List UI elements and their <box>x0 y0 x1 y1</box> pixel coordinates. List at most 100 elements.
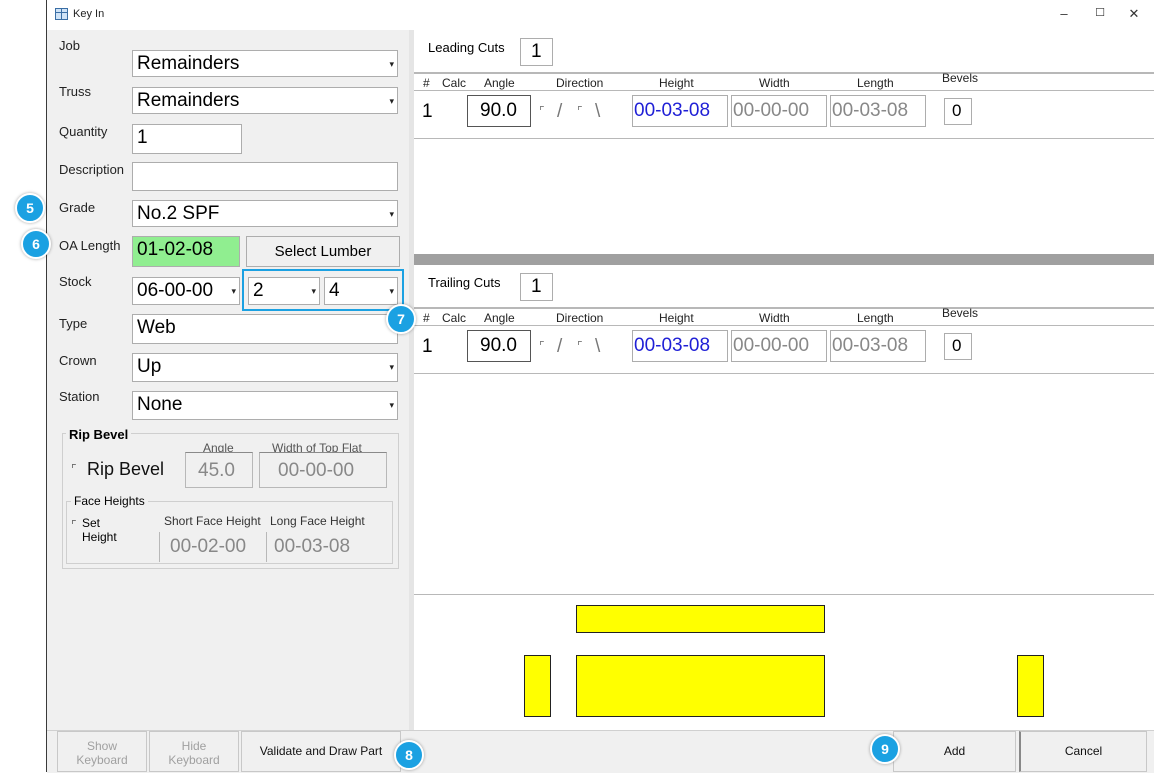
stock-width-select[interactable]: 4 ▾ <box>324 277 398 305</box>
hide-keyboard-button[interactable]: Hide Keyboard <box>149 731 239 772</box>
rip-bevel-angle-field: 45.0 <box>185 452 253 488</box>
trailing-height-value: 00-03-08 <box>634 335 711 356</box>
job-select[interactable]: Remainders ▾ <box>132 50 398 77</box>
oa-length-label: OA Length <box>59 238 121 253</box>
trailing-length-value: 00-03-08 <box>832 335 909 356</box>
grade-label: Grade <box>59 200 96 215</box>
quantity-input[interactable]: 1 <box>132 124 242 154</box>
trailing-cuts-label: Trailing Cuts <box>428 275 501 290</box>
cuts-splitter[interactable] <box>414 254 1154 265</box>
leading-calc-checkbox-1[interactable]: ⌜ <box>539 104 545 118</box>
validate-draw-button[interactable]: Validate and Draw Part <box>241 731 401 772</box>
set-height-checkbox[interactable]: ⌜ <box>71 518 77 532</box>
set-height-label-2[interactable]: Height <box>82 530 117 544</box>
grade-select[interactable]: No.2 SPF ▾ <box>132 200 398 227</box>
close-icon[interactable]: ✕ <box>1124 6 1144 22</box>
leading-cuts-count-input[interactable]: 1 <box>520 38 553 66</box>
col-width-header: Width <box>759 76 790 90</box>
quantity-label: Quantity <box>59 124 108 139</box>
leading-cuts-header-line <box>414 90 1154 91</box>
title-bar: Key In – ☐ ✕ <box>47 0 1154 30</box>
stock-width-value: 4 <box>329 280 340 301</box>
rip-bevel-width-field: 00-00-00 <box>259 452 387 488</box>
col-angle-header: Angle <box>484 76 515 90</box>
chevron-down-icon[interactable]: ▾ <box>389 209 394 220</box>
leading-length-input[interactable]: 00-03-08 <box>830 95 926 127</box>
hide-keyboard-label-1: Hide <box>181 739 207 753</box>
quantity-value: 1 <box>137 127 148 148</box>
stock-thickness-value: 2 <box>253 280 264 301</box>
short-face-divider <box>159 532 160 562</box>
description-input[interactable] <box>132 162 398 191</box>
crown-select[interactable]: Up ▾ <box>132 353 398 382</box>
show-keyboard-label-2: Keyboard <box>76 753 128 767</box>
callout-badge-9: 9 <box>870 734 900 764</box>
col-num-header: # <box>423 311 430 325</box>
trailing-cuts-count-input[interactable]: 1 <box>520 273 553 301</box>
rip-bevel-checkbox[interactable]: ⌜ <box>71 462 77 476</box>
trailing-calc-checkbox-2[interactable]: ⌜ <box>577 339 583 353</box>
leading-row-number: 1 <box>422 101 433 122</box>
add-label: Add <box>943 744 966 758</box>
trailing-row-number: 1 <box>422 336 433 357</box>
leading-height-input[interactable]: 00-03-08 <box>632 95 728 127</box>
type-label: Type <box>59 316 88 331</box>
window-title: Key In <box>73 8 105 20</box>
chevron-down-icon[interactable]: ▾ <box>389 96 394 107</box>
truss-select[interactable]: Remainders ▾ <box>132 87 398 114</box>
cancel-button[interactable]: Cancel <box>1019 731 1147 772</box>
long-face-label: Long Face Height <box>270 514 365 528</box>
chevron-down-icon[interactable]: ▾ <box>231 286 236 297</box>
window-app-icon <box>55 8 68 20</box>
trailing-bevels-input[interactable]: 0 <box>944 333 972 360</box>
rip-bevel-check-label[interactable]: Rip Bevel <box>87 459 164 480</box>
col-bevels-header: Bevels <box>942 71 979 85</box>
show-keyboard-label-1: Show <box>86 739 118 753</box>
leading-cuts-header: # Calc Angle Direction Height Width Leng… <box>414 71 1154 90</box>
stock-thickness-select[interactable]: 2 ▾ <box>248 277 320 305</box>
job-label: Job <box>59 38 80 53</box>
trailing-length-input[interactable]: 00-03-08 <box>830 330 926 362</box>
trailing-angle-input[interactable]: 90.0 <box>467 330 531 362</box>
leading-calc-checkbox-2[interactable]: ⌜ <box>577 104 583 118</box>
rip-bevel-group-title: Rip Bevel <box>66 427 132 442</box>
maximize-icon[interactable]: ☐ <box>1090 6 1110 19</box>
stock-length-select[interactable]: 06-00-00 ▾ <box>132 277 240 305</box>
trailing-cut-row: 1 90.0 ⌜ / ⌜ \ 00-03-08 00-00-00 00-03-0… <box>414 328 1154 364</box>
trailing-cuts-count: 1 <box>531 276 542 297</box>
type-select[interactable]: Web <box>132 314 398 344</box>
background-strip <box>0 0 14 772</box>
leading-angle-input[interactable]: 90.0 <box>467 95 531 127</box>
hide-keyboard-label-2: Keyboard <box>168 753 220 767</box>
col-direction-header: Direction <box>556 311 604 325</box>
trailing-cuts-header: # Calc Angle Direction Height Width Leng… <box>414 306 1154 325</box>
station-label: Station <box>59 389 100 404</box>
validate-draw-label: Validate and Draw Part <box>259 744 383 758</box>
short-face-value: 00-02-00 <box>170 536 247 557</box>
trailing-height-input[interactable]: 00-03-08 <box>632 330 728 362</box>
trailing-calc-checkbox-1[interactable]: ⌜ <box>539 339 545 353</box>
crown-value: Up <box>137 356 162 377</box>
add-button[interactable]: Add <box>893 731 1016 772</box>
select-lumber-label: Select Lumber <box>274 243 372 260</box>
chevron-down-icon[interactable]: ▾ <box>389 362 394 373</box>
trailing-width-value: 00-00-00 <box>733 335 810 356</box>
left-end-view <box>524 655 551 717</box>
chevron-down-icon[interactable]: ▾ <box>389 59 394 70</box>
trailing-width-input[interactable]: 00-00-00 <box>731 330 827 362</box>
col-length-header: Length <box>857 76 894 90</box>
chevron-down-icon[interactable]: ▾ <box>311 286 316 297</box>
leading-width-input[interactable]: 00-00-00 <box>731 95 827 127</box>
set-height-label-1[interactable]: Set <box>82 516 100 530</box>
chevron-down-icon[interactable]: ▾ <box>389 286 394 297</box>
grade-value: No.2 SPF <box>137 203 220 224</box>
chevron-down-icon[interactable]: ▾ <box>389 400 394 411</box>
station-select[interactable]: None ▾ <box>132 391 398 420</box>
leading-angle-value: 90.0 <box>480 100 517 121</box>
leading-cuts-label: Leading Cuts <box>428 40 505 55</box>
minimize-icon[interactable]: – <box>1054 6 1074 21</box>
show-keyboard-button[interactable]: Show Keyboard <box>57 731 147 772</box>
col-angle-header: Angle <box>484 311 515 325</box>
select-lumber-button[interactable]: Select Lumber <box>246 236 400 267</box>
leading-bevels-input[interactable]: 0 <box>944 98 972 125</box>
